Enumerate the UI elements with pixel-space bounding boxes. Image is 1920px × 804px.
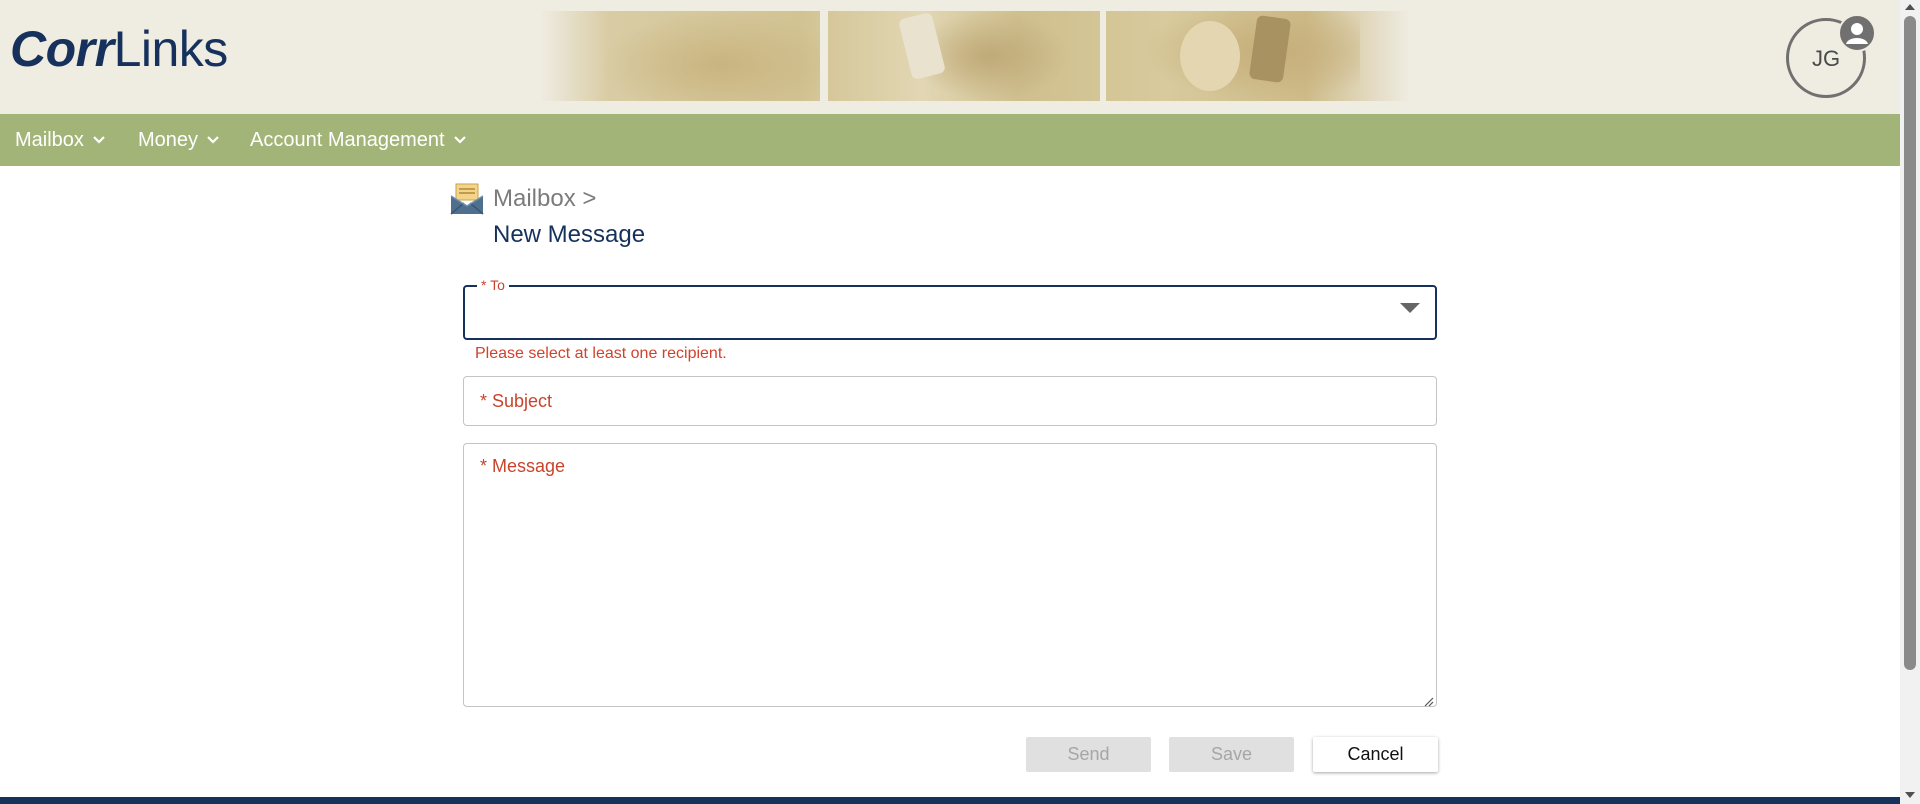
nav-item-account-management[interactable]: Account Management	[250, 114, 467, 166]
nav-item-mailbox[interactable]: Mailbox	[15, 114, 106, 166]
to-field-label: * To	[477, 276, 509, 294]
scroll-down-icon[interactable]	[1905, 792, 1915, 798]
resize-handle-icon[interactable]	[1424, 694, 1434, 707]
app-header: CorrLinks JG	[0, 0, 1900, 114]
subject-input[interactable]	[463, 376, 1437, 426]
chevron-down-icon	[92, 113, 106, 165]
message-textarea[interactable]	[463, 443, 1437, 707]
header-banner-image	[540, 11, 1410, 101]
logo-links-text: Links	[113, 21, 229, 77]
send-button[interactable]: Send	[1026, 737, 1151, 772]
page-scrollbar[interactable]	[1900, 0, 1920, 804]
nav-item-money[interactable]: Money	[138, 114, 220, 166]
main-nav: Mailbox Money Account Management	[0, 114, 1900, 166]
page-title: New Message	[493, 221, 646, 248]
logo-corr-text: Corr	[10, 21, 114, 77]
breadcrumb-mailbox[interactable]: Mailbox >	[493, 184, 596, 214]
to-error-message: Please select at least one recipient.	[475, 345, 727, 362]
chevron-down-icon	[206, 113, 220, 165]
save-button[interactable]: Save	[1169, 737, 1294, 772]
chevron-down-icon	[453, 113, 467, 165]
cancel-button[interactable]: Cancel	[1313, 737, 1438, 772]
user-account-icon[interactable]	[1838, 14, 1876, 52]
message-field-label: * Message	[480, 456, 566, 476]
nav-item-label: Money	[138, 129, 199, 151]
scrollbar-thumb[interactable]	[1904, 16, 1916, 670]
nav-item-label: Account Management	[250, 129, 445, 151]
nav-item-label: Mailbox	[15, 129, 84, 151]
subject-field-label: * Subject	[480, 391, 553, 411]
caret-down-icon[interactable]	[1400, 303, 1420, 313]
scroll-up-icon[interactable]	[1905, 4, 1915, 10]
to-recipient-select[interactable]	[463, 285, 1437, 340]
corrlinks-logo[interactable]: CorrLinks	[10, 18, 228, 80]
footer-bar	[0, 797, 1900, 804]
open-envelope-icon	[449, 182, 485, 216]
